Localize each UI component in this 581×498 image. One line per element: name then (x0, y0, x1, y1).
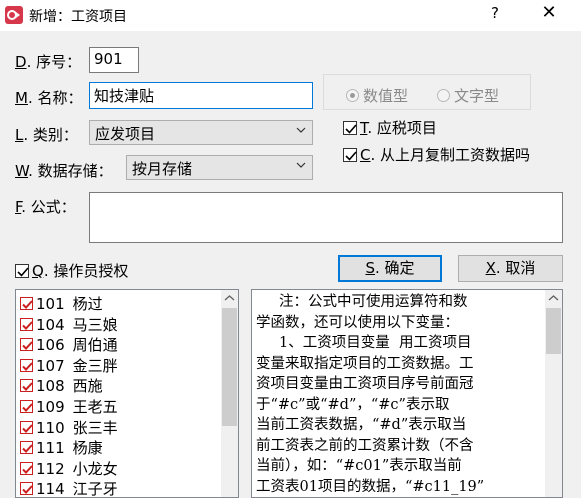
operator-check-icon[interactable] (20, 420, 33, 434)
operator-auth-check-icon (15, 264, 29, 278)
app-logo-icon (5, 6, 23, 24)
help-text-line: 工资表01项目的数据，“#c11_19” (256, 478, 485, 495)
operator-list-item[interactable]: 104 马三娘 (20, 314, 118, 335)
scroll-up-icon[interactable] (221, 290, 238, 307)
help-scrollbar[interactable] (545, 290, 562, 497)
copy-check-icon (343, 148, 357, 162)
close-button[interactable]: ✕ (536, 2, 562, 23)
operator-list-item[interactable]: 101 杨过 (20, 293, 103, 314)
scroll-thumb[interactable] (546, 308, 561, 354)
help-text-line: 当前工资表数据，“#d”表示取当 (256, 417, 467, 433)
chevron-down-icon (296, 162, 306, 168)
operator-check-icon[interactable] (20, 358, 33, 372)
radio-text-indicator (437, 89, 450, 102)
storage-label: W. 数据存储： (15, 162, 113, 180)
scroll-up-icon[interactable] (545, 290, 562, 307)
operator-check-icon[interactable] (20, 379, 33, 393)
taxable-check-icon (343, 121, 357, 135)
radio-numeric-indicator (346, 89, 359, 102)
scroll-thumb[interactable] (222, 308, 237, 426)
operator-check-icon[interactable] (20, 317, 33, 331)
help-text-line: 注：公式中可使用运算符和数 (256, 294, 468, 310)
operator-list-item[interactable]: 111 杨康 (20, 437, 103, 458)
operator-check-icon[interactable] (20, 338, 33, 352)
copy-last-month-checkbox[interactable]: C. 从上月复制工资数据吗 (343, 144, 530, 165)
operator-list-item[interactable]: 112 小龙女 (20, 458, 118, 479)
operator-check-icon[interactable] (20, 461, 33, 475)
help-text-line: 资项目变量由工资项目序号前面冠 (256, 376, 474, 392)
storage-select[interactable]: 按月存储 (126, 155, 313, 180)
operator-name: 马三娘 (72, 315, 118, 334)
operator-list-scrollbar[interactable] (221, 290, 238, 497)
operator-code: 108 (36, 377, 65, 396)
storage-value: 按月存储 (132, 160, 193, 178)
radio-numeric[interactable]: 数值型 (346, 85, 408, 106)
operator-name: 张三丰 (72, 418, 118, 437)
seq-label: D. 序号： (15, 53, 82, 71)
radio-text[interactable]: 文字型 (437, 85, 499, 106)
operator-code: 106 (36, 336, 65, 355)
chevron-down-icon (296, 127, 306, 133)
operator-list[interactable]: 114 江子牙 112 小龙女 111 杨康 110 张三丰 109 王老五 108 西施 107 金三胖… (15, 289, 239, 498)
operator-auth-checkbox[interactable]: Q. 操作员授权 (15, 260, 128, 281)
category-select[interactable]: 应发项目 (89, 120, 313, 145)
operator-check-icon[interactable] (20, 400, 33, 413)
operator-code: 101 (36, 295, 65, 313)
taxable-checkbox[interactable]: T. 应税项目 (343, 117, 437, 138)
operator-check-icon[interactable] (20, 297, 33, 310)
operator-check-icon[interactable] (20, 482, 33, 496)
operator-list-item[interactable]: 108 西施 (20, 375, 103, 396)
operator-code: 110 (36, 418, 65, 437)
help-text-line: 变量来取指定项目的工资数据。工 (256, 355, 474, 372)
operator-code: 109 (36, 398, 65, 416)
operator-name: 金三胖 (72, 356, 118, 375)
operator-code: 114 (36, 480, 65, 498)
operator-code: 111 (36, 439, 65, 458)
operator-name: 周伯通 (72, 336, 118, 355)
seq-input[interactable]: 901 (89, 47, 139, 73)
operator-name: 西施 (72, 377, 103, 396)
help-text-line: 1、工资项目变量 用工资项目 (256, 335, 472, 351)
category-label: L. 类别： (15, 126, 78, 144)
formula-input[interactable] (89, 192, 563, 243)
title-bar: 新增：工资项目 ? ✕ (0, 0, 581, 31)
operator-list-item[interactable]: 106 周伯通 (20, 334, 118, 355)
help-text-line: 学函数，还可以使用以下变量： (256, 314, 459, 331)
operator-name: 王老五 (72, 398, 118, 416)
operator-code: 112 (36, 459, 65, 478)
operator-list-item[interactable]: 110 张三丰 (20, 417, 118, 438)
operator-name: 小龙女 (72, 459, 118, 478)
help-text-line: 前工资表之前的工资累计数（不含 (256, 437, 474, 454)
operator-name: 杨康 (72, 439, 103, 458)
operator-list-item[interactable]: 109 王老五 (20, 396, 118, 417)
help-button[interactable]: ? (484, 4, 506, 22)
operator-name: 江子牙 (72, 480, 118, 498)
operator-code: 104 (36, 315, 65, 334)
formula-label: F. 公式： (15, 198, 76, 216)
category-value: 应发项目 (95, 125, 156, 143)
cancel-button[interactable]: X. 取消 (458, 255, 563, 282)
formula-help-text: 注：公式中可使用运算符和数 学函数，还可以使用以下变量： 1、工资项目变量 用工资… (256, 292, 544, 497)
operator-check-icon[interactable] (20, 441, 33, 455)
name-label: M. 名称： (15, 89, 83, 107)
operator-list-item[interactable]: 114 江子牙 (20, 478, 118, 498)
ok-button[interactable]: S. 确定 (338, 255, 442, 282)
operator-name: 杨过 (72, 295, 103, 313)
window-title: 新增：工资项目 (29, 9, 127, 25)
formula-help-box: 注：公式中可使用运算符和数 学函数，还可以使用以下变量： 1、工资项目变量 用工资… (251, 289, 563, 498)
help-text-line: 于“#c”或“#d”，“#c”表示取 (256, 396, 450, 413)
operator-code: 107 (36, 356, 65, 375)
help-text-line: 当前），如：“#c01”表示取当前 (256, 458, 462, 474)
operator-list-item[interactable]: 107 金三胖 (20, 355, 118, 376)
name-input[interactable]: 知技津贴 (89, 82, 313, 109)
